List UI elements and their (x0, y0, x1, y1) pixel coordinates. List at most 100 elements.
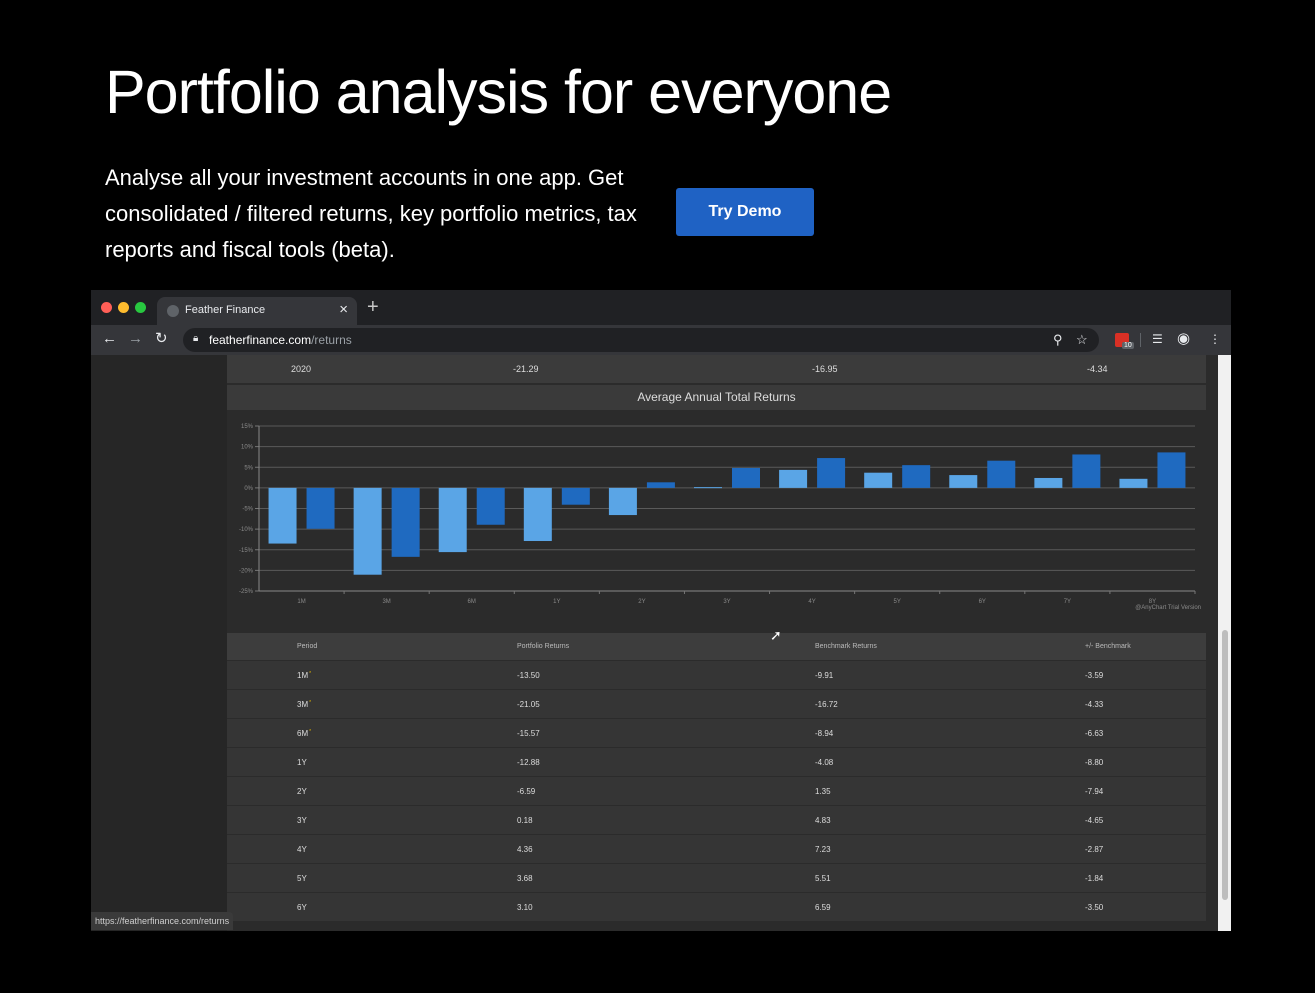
table-row: 2Y -6.59 1.35 -7.94 (227, 776, 1206, 805)
diff-cell: -6.63 (1085, 729, 1104, 738)
tab-bar: Feather Finance × + (91, 290, 1231, 325)
header-period: Period (297, 643, 318, 650)
toolbar-divider (1140, 333, 1141, 347)
period-cell: 4Y (297, 845, 307, 854)
chart-credit: @AnyChart Trial Version (1135, 605, 1201, 611)
favicon-icon (167, 305, 179, 317)
portfolio-cell: 3.68 (517, 874, 533, 883)
menu-icon[interactable]: ⋮ (1209, 332, 1221, 346)
bar-series2-1y (561, 487, 590, 505)
table-body: 1M* -13.50 -9.91 -3.59 3M* -21.05 -16.72 -4.33 6… (227, 660, 1206, 921)
bar-series1-6y (949, 475, 978, 488)
x-tick-label: 1Y (553, 599, 560, 605)
reading-list-icon[interactable]: ☰ (1152, 332, 1163, 346)
portfolio-cell: 4.36 (517, 845, 533, 854)
portfolio-cell: -15.57 (517, 729, 540, 738)
y-tick-label: 5% (244, 465, 253, 471)
y-tick-label: -25% (239, 589, 254, 595)
portfolio-cell: -13.50 (517, 671, 540, 680)
bar-series1-1y (523, 487, 552, 542)
y-tick-label: -20% (239, 568, 254, 574)
period-cell: 1M (297, 671, 309, 680)
period-marker: * (309, 729, 312, 735)
benchmark-cell: -16.72 (815, 700, 838, 709)
lock-icon: 🔒︎ (193, 333, 199, 344)
extension-badge: 10 (1122, 342, 1134, 349)
url-text: featherfinance.com/returns (209, 333, 352, 347)
bar-series1-4y (779, 469, 808, 488)
diff-cell: -1.84 (1085, 874, 1104, 883)
bar-series1-1m (268, 487, 297, 544)
table-row: 3Y 0.18 4.83 -4.65 (227, 805, 1206, 834)
period-cell: 3Y (297, 816, 307, 825)
benchmark-cell: -4.08 (815, 758, 834, 767)
period-cell: 1Y (297, 758, 307, 767)
profile-icon[interactable]: ◉ (1177, 329, 1190, 347)
benchmark-cell: 1.35 (815, 787, 831, 796)
x-tick-label: 7Y (1064, 599, 1071, 605)
y-tick-label: -5% (242, 507, 253, 513)
y-tick-label: 10% (241, 445, 254, 451)
bar-series2-6y (987, 460, 1016, 488)
header-diff: +/- Benchmark (1085, 643, 1131, 650)
back-icon[interactable]: ← (102, 330, 117, 348)
period-cell-wrap: 1M* (297, 671, 311, 680)
bar-series1-6m (438, 487, 467, 553)
hero-description: Analyse all your investment accounts in … (105, 165, 637, 262)
status-url: https://featherfinance.com/returns (91, 912, 234, 930)
table-row: 1M* -13.50 -9.91 -3.59 (227, 660, 1206, 689)
bar-series2-3m (391, 487, 420, 557)
bar-series1-2y (608, 487, 637, 516)
tab-close-icon[interactable]: × (339, 301, 348, 318)
bar-series1-7y (1034, 477, 1063, 488)
reload-icon[interactable]: ↻ (155, 330, 168, 348)
period-cell: 6Y (297, 903, 307, 912)
x-tick-label: 5Y (894, 599, 901, 605)
period-cell: 5Y (297, 874, 307, 883)
x-tick-label: 4Y (808, 599, 815, 605)
forward-icon[interactable]: → (128, 330, 143, 348)
benchmark-cell: 5.51 (815, 874, 831, 883)
minimize-window-icon[interactable] (118, 302, 129, 313)
address-bar[interactable]: 🔒︎ featherfinance.com/returns ⚲ ☆ (183, 328, 1099, 352)
y-tick-label: 15% (241, 424, 254, 430)
x-tick-label: 2Y (638, 599, 645, 605)
close-window-icon[interactable] (101, 302, 112, 313)
diff-cell: -7.94 (1085, 787, 1104, 796)
new-tab-icon[interactable]: + (367, 296, 379, 318)
bar-series1-8y (1119, 478, 1148, 488)
benchmark-cell: 4.83 (815, 816, 831, 825)
browser-toolbar: ← → ↻ 🔒︎ featherfinance.com/returns ⚲ ☆ … (91, 325, 1231, 355)
zoom-icon[interactable]: ⚲ (1053, 332, 1063, 348)
bar-series2-7y (1072, 454, 1101, 488)
browser-window: Feather Finance × + ← → ↻ 🔒︎ featherfina… (91, 290, 1231, 931)
diff-cell: -4.33 (1085, 700, 1104, 709)
diff-cell: -3.59 (1085, 671, 1104, 680)
table-row: 1Y -12.88 -4.08 -8.80 (227, 747, 1206, 776)
y-tick-label: -15% (239, 548, 254, 554)
portfolio-cell: -6.59 (517, 787, 536, 796)
table-row: 6Y 3.10 6.59 -3.50 (227, 892, 1206, 921)
period-marker: * (309, 671, 312, 677)
table-row: 4Y 4.36 7.23 -2.87 (227, 834, 1206, 863)
bar-series2-5y (902, 465, 931, 488)
header-portfolio: Portfolio Returns (517, 643, 570, 650)
period-cell-wrap: 6M* (297, 729, 311, 738)
try-demo-button[interactable]: Try Demo (676, 188, 814, 236)
portfolio-cell: -12.88 (517, 758, 540, 767)
period-cell: 2Y (297, 787, 307, 796)
table-header: Period Portfolio Returns Benchmark Retur… (227, 633, 1206, 660)
bar-series2-4y (817, 458, 846, 488)
returns-bar-chart: 15% 10% 5% 0% -5% -10% -15% -20% -25% 1M 3M 6M 1Y 2Y 3… (239, 424, 1201, 611)
period-marker: * (309, 700, 312, 706)
table-row: 6M* -15.57 -8.94 -6.63 (227, 718, 1206, 747)
bar-series1-3m (353, 487, 382, 575)
portfolio-cell: -21.05 (517, 700, 540, 709)
x-tick-label: 3Y (723, 599, 730, 605)
bar-series2-6m (476, 487, 505, 525)
scrollbar-thumb[interactable] (1222, 630, 1228, 900)
bookmark-star-icon[interactable]: ☆ (1076, 332, 1088, 348)
maximize-window-icon[interactable] (135, 302, 146, 313)
bar-series1-3y (694, 487, 722, 489)
browser-tab[interactable]: Feather Finance × (157, 297, 357, 325)
